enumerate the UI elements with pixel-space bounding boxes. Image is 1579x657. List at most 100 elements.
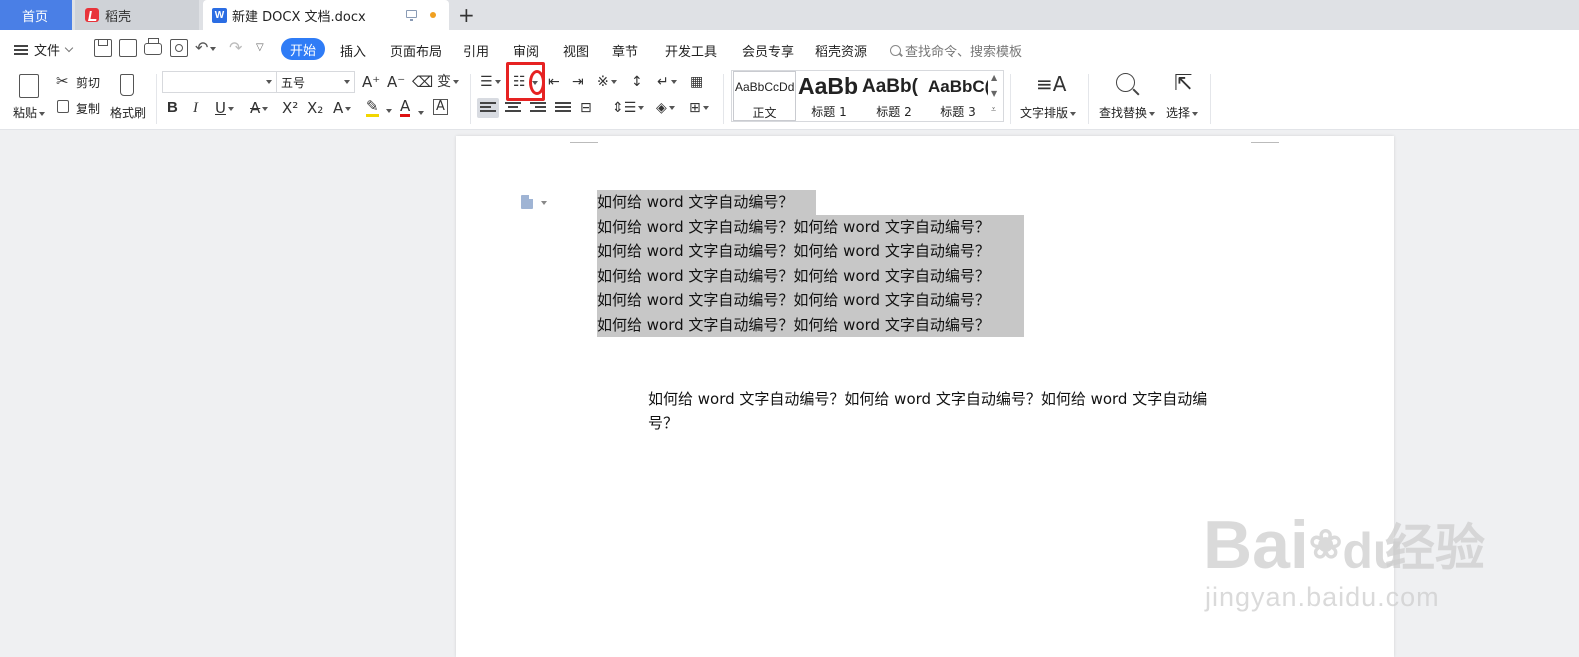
file-menu-button[interactable]: 文件 <box>14 40 74 59</box>
chevron-down-icon <box>64 43 74 53</box>
ribbon: 粘贴 ✂ 剪切 复制 格式刷 五号 A⁺ A⁻ ⌫ 变 B I U A X² X… <box>0 66 1579 130</box>
cut-button[interactable]: ✂ 剪切 <box>56 72 106 92</box>
menu-review[interactable]: 审阅 <box>513 41 539 60</box>
format-painter-button[interactable]: 格式刷 <box>108 70 150 124</box>
styles-expand-icon[interactable]: ⩡ <box>991 105 996 115</box>
tab-document[interactable]: W 新建 DOCX 文档.docx <box>203 0 449 30</box>
paste-button[interactable]: 粘贴 <box>10 70 52 124</box>
distributed-align-icon[interactable]: ⊟ <box>580 99 592 117</box>
print-icon[interactable] <box>144 38 162 55</box>
highlight-color-icon[interactable]: ✎ <box>366 99 379 117</box>
menu-daoke-resources[interactable]: 稻壳资源 <box>815 41 867 60</box>
selected-text-line[interactable]: 如何给 word 文字自动编号？如何给 word 文字自动编号？ <box>597 312 1024 337</box>
redo-icon[interactable]: ↷ <box>229 39 247 57</box>
style-heading-2-label: 标题 2 <box>876 105 912 119</box>
find-replace-label: 查找替换 <box>1099 104 1156 121</box>
decrease-indent-icon[interactable]: ⇤ <box>548 73 560 91</box>
tab-daoke[interactable]: 稻壳 <box>75 0 199 30</box>
show-marks-icon[interactable]: ↵ <box>657 73 677 91</box>
menu-member[interactable]: 会员专享 <box>742 41 794 60</box>
phonetic-guide-icon[interactable]: 变 <box>437 73 459 91</box>
styles-scroll-down-icon[interactable]: ▼ <box>991 89 997 98</box>
selected-text-line[interactable]: 如何给 word 文字自动编号？如何给 word 文字自动编号？ <box>597 288 1024 313</box>
paragraph-layout-icon[interactable] <box>521 195 533 209</box>
tab-bar: 首页 稻壳 W 新建 DOCX 文档.docx + <box>0 0 1579 30</box>
increase-indent-icon[interactable]: ⇥ <box>572 73 584 91</box>
daoke-logo-icon <box>85 8 99 22</box>
chinese-layout-icon[interactable]: ※ <box>597 73 617 91</box>
menu-developer[interactable]: 开发工具 <box>665 41 717 60</box>
body-paragraph[interactable]: 如何给 word 文字自动编号？如何给 word 文字自动编号？如何给 word… <box>648 387 1248 435</box>
font-name-select[interactable] <box>162 71 277 93</box>
font-color-icon[interactable]: A <box>400 99 411 117</box>
menu-page-layout[interactable]: 页面布局 <box>390 41 442 60</box>
print-preview-icon[interactable] <box>170 39 188 57</box>
separator <box>723 74 724 124</box>
italic-icon[interactable]: I <box>193 99 198 117</box>
style-heading-3[interactable]: AaBbC( 标题 3 <box>928 71 988 121</box>
style-heading-1-sample: AaBb <box>798 73 859 99</box>
copy-button[interactable]: 复制 <box>56 98 106 118</box>
command-search[interactable]: 查找命令、搜索模板 <box>890 41 1022 60</box>
selected-text-line[interactable]: 如何给 word 文字自动编号？如何给 word 文字自动编号？ <box>597 239 1024 264</box>
style-normal[interactable]: AaBbCcDd 正文 <box>733 71 796 121</box>
customize-toolbar-icon[interactable]: ▽ <box>256 39 274 57</box>
style-heading-3-label: 标题 3 <box>940 105 976 119</box>
menu-insert[interactable]: 插入 <box>340 41 366 60</box>
align-right-icon[interactable] <box>530 102 546 114</box>
align-left-button[interactable] <box>477 98 499 118</box>
character-border-icon[interactable]: A <box>433 99 448 115</box>
styles-scroll-up-icon[interactable]: ▲ <box>991 73 997 82</box>
selected-text-line[interactable]: 如何给 word 文字自动编号？如何给 word 文字自动编号？ <box>597 263 1024 288</box>
find-replace-button[interactable]: 查找替换 <box>1097 70 1159 124</box>
monitor-icon[interactable] <box>406 10 417 21</box>
style-heading-2[interactable]: AaBb( 标题 2 <box>862 71 926 121</box>
shrink-font-icon[interactable]: A⁻ <box>387 73 405 91</box>
undo-icon[interactable]: ↶ <box>195 39 219 57</box>
menu-start[interactable]: 开始 <box>281 38 325 60</box>
text-effect-icon[interactable]: A <box>333 99 352 117</box>
menu-section[interactable]: 章节 <box>612 41 638 60</box>
new-tab-plus-icon[interactable]: + <box>458 4 475 26</box>
menu-references[interactable]: 引用 <box>463 41 489 60</box>
sort-icon[interactable]: ↕ <box>631 73 643 91</box>
table-tools-icon[interactable]: ▦ <box>690 73 703 91</box>
subscript-icon[interactable]: X₂ <box>307 99 323 117</box>
shading-icon[interactable]: ◈ <box>656 99 675 117</box>
style-heading-1[interactable]: AaBb 标题 1 <box>798 71 860 121</box>
align-left-icon <box>480 102 496 114</box>
paste-label: 粘贴 <box>13 104 46 121</box>
style-normal-label: 正文 <box>752 106 777 120</box>
grow-font-icon[interactable]: A⁺ <box>362 73 380 91</box>
selected-text-line[interactable]: 如何给 word 文字自动编号？如何给 word 文字自动编号？ <box>597 214 1024 239</box>
clear-format-icon[interactable]: ⌫ <box>412 73 433 91</box>
strikethrough-icon[interactable]: A <box>250 99 269 117</box>
align-center-icon[interactable] <box>505 102 521 114</box>
line-spacing-icon[interactable]: ⇕☰ <box>612 99 645 117</box>
baidu-watermark-cn: 经验 <box>1385 519 1485 577</box>
highlight-dropdown-icon[interactable] <box>384 103 392 121</box>
selected-text-line[interactable]: 如何给 word 文字自动编号？ <box>597 190 816 215</box>
baidu-watermark-brand: Bai❀du <box>1203 507 1404 583</box>
select-button[interactable]: ⇱ 选择 <box>1163 70 1205 124</box>
copy-label: 复制 <box>76 102 101 116</box>
justify-icon[interactable] <box>555 102 571 114</box>
text-layout-icon: ≡A <box>1036 72 1067 96</box>
paragraph-layout-dropdown-icon[interactable] <box>541 201 547 205</box>
body-line: 如何给 word 文字自动编号？如何给 word 文字自动编号？如何给 word… <box>648 390 1208 408</box>
export-pdf-icon[interactable] <box>119 39 137 57</box>
menu-view[interactable]: 视图 <box>563 41 589 60</box>
font-color-dropdown-icon[interactable] <box>416 103 424 121</box>
text-layout-button[interactable]: ≡A 文字排版 <box>1018 70 1080 124</box>
tab-home[interactable]: 首页 <box>0 0 72 30</box>
save-icon[interactable] <box>94 39 112 57</box>
font-size-select[interactable]: 五号 <box>276 71 355 93</box>
bullet-list-icon[interactable]: ☰ <box>480 73 501 91</box>
font-size-value: 五号 <box>281 75 306 90</box>
bold-icon[interactable]: B <box>167 99 178 117</box>
superscript-icon[interactable]: X² <box>282 99 298 117</box>
underline-icon[interactable]: U <box>215 99 234 117</box>
baidu-watermark-url: jingyan.baidu.com <box>1205 582 1440 612</box>
tab-daoke-label: 稻壳 <box>105 9 132 25</box>
borders-icon[interactable]: ⊞ <box>689 99 709 117</box>
